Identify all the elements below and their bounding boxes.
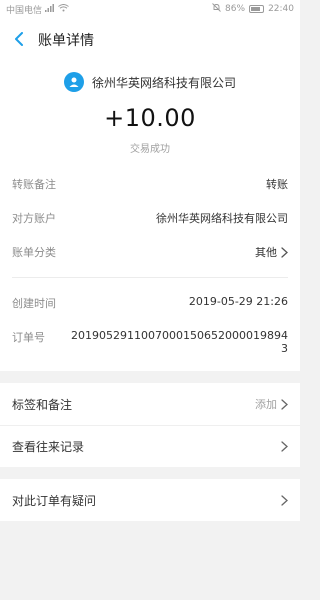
user-avatar-icon	[63, 72, 84, 92]
order-question-label: 对此订单有疑问	[12, 493, 97, 508]
view-history-row[interactable]: 查看往来记录	[0, 425, 300, 467]
page-title: 账单详情	[38, 33, 94, 49]
mute-bell-icon	[212, 3, 221, 15]
divider	[12, 277, 288, 278]
section-gap	[0, 371, 300, 383]
amount: +10.00	[104, 104, 196, 132]
chevron-left-icon	[14, 31, 24, 50]
detail-key: 创建时间	[12, 297, 56, 310]
detail-row-order-number: 订单号 20190529110070001506520000198943	[0, 320, 300, 371]
detail-value: 其他	[255, 246, 277, 259]
wifi-icon	[58, 3, 69, 15]
bill-summary: 徐州华英网络科技有限公司 +10.00 交易成功	[0, 62, 300, 167]
tags-and-notes-row[interactable]: 标签和备注 添加	[0, 383, 300, 425]
section-gap	[0, 467, 300, 479]
payee: 徐州华英网络科技有限公司	[0, 72, 300, 92]
view-history-label: 查看往来记录	[12, 440, 85, 454]
detail-row-category[interactable]: 账单分类 其他	[0, 235, 300, 269]
battery-percent: 86%	[225, 4, 246, 14]
detail-key: 转账备注	[12, 178, 56, 191]
chevron-right-icon	[281, 494, 288, 506]
tags-and-notes-label: 标签和备注	[12, 397, 73, 412]
nav-bar: 账单详情	[0, 18, 300, 62]
bill-card: 徐州华英网络科技有限公司 +10.00 交易成功 转账备注 转账 对方账户 徐州…	[0, 62, 300, 371]
detail-value: 徐州华英网络科技有限公司	[156, 212, 288, 225]
add-link[interactable]: 添加	[255, 396, 277, 412]
status-bar: 中国电信 86% 22:40	[0, 0, 300, 18]
detail-key: 对方账户	[12, 212, 56, 225]
detail-row-remark: 转账备注 转账	[0, 167, 300, 201]
order-question-row[interactable]: 对此订单有疑问	[0, 479, 300, 521]
transaction-status: 交易成功	[130, 144, 170, 155]
chevron-right-icon	[281, 246, 288, 258]
detail-row-created-time: 创建时间 2019-05-29 21:26	[0, 286, 300, 320]
detail-key: 订单号	[12, 331, 45, 344]
detail-value: 2019-05-29 21:26	[188, 295, 288, 308]
status-left: 中国电信	[6, 3, 212, 16]
detail-value: 转账	[266, 178, 288, 191]
signal-icon	[45, 3, 55, 15]
detail-row-counterparty: 对方账户 徐州华英网络科技有限公司	[0, 201, 300, 235]
battery-icon	[249, 5, 265, 13]
clock: 22:40	[268, 4, 294, 14]
back-button[interactable]	[10, 31, 28, 49]
detail-value: 20190529110070001506520000198943	[71, 329, 288, 355]
status-right: 86% 22:40	[212, 3, 294, 15]
detail-key: 账单分类	[12, 246, 56, 259]
chevron-right-icon	[281, 398, 288, 410]
chevron-right-icon	[281, 441, 288, 452]
tags-and-notes-action: 添加	[255, 396, 288, 412]
carrier-label: 中国电信	[6, 5, 43, 16]
category-value: 其他	[255, 244, 288, 260]
payee-name: 徐州华英网络科技有限公司	[91, 75, 236, 90]
